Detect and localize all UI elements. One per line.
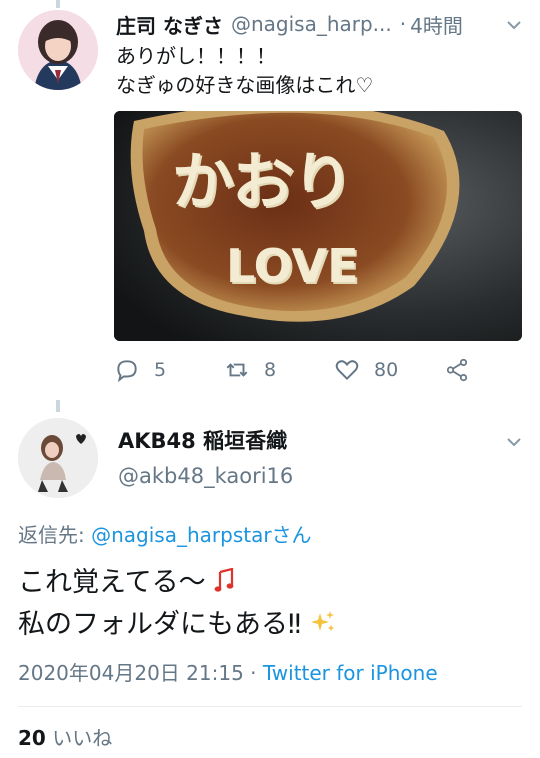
sparkles-icon [310, 611, 334, 631]
thread-line-mid [56, 400, 60, 412]
avatar-nagisa-image [18, 10, 98, 90]
tweet-header: 庄司 なぎさ @nagisa_harp... · 4時間 [116, 10, 526, 38]
author-handle[interactable]: @akb48_kaori16 [118, 464, 293, 488]
reply-icon [117, 360, 137, 383]
like-action[interactable]: 80 [334, 357, 398, 383]
tweet-source-link[interactable]: Twitter for iPhone [263, 661, 438, 685]
share-action[interactable] [444, 357, 470, 383]
separator: · [399, 12, 407, 36]
main-tweet-line-2-text: 私のフォルダにもある‼ [18, 609, 302, 640]
handle[interactable]: @nagisa_harp... [231, 12, 392, 36]
thread-line-top [56, 0, 60, 8]
likes-label: いいね [52, 726, 113, 750]
divider [18, 706, 522, 707]
meta-separator: · [243, 661, 263, 685]
likes-count: 20 [18, 726, 46, 750]
reply-action[interactable]: 5 [114, 357, 166, 383]
replying-to: 返信先: @nagisa_harpstarさん [18, 519, 312, 548]
tweet-timestamp[interactable]: 2020年04月20日 21:15 [18, 661, 244, 685]
tweet-meta: 2020年04月20日 21:15 · Twitter for iPhone [18, 657, 438, 686]
retweet-count: 8 [264, 359, 277, 381]
replying-to-label: 返信先: [18, 523, 92, 547]
display-name[interactable]: 庄司 なぎさ [116, 10, 223, 39]
main-tweet-line-1: これ覚えてる〜 [18, 562, 336, 604]
chevron-down-icon[interactable] [505, 16, 523, 34]
main-tweet-text: これ覚えてる〜 私のフォルダにもある‼ [18, 562, 336, 646]
retweet-action[interactable]: 8 [224, 357, 276, 383]
like-count: 80 [374, 359, 399, 381]
likes-summary[interactable]: 20 いいね [18, 722, 112, 751]
heart-icon [335, 360, 359, 381]
musical-notes-icon [214, 567, 234, 592]
tweet-text: ありがし！！！！ なぎゅの好きな画像はこれ♡ [116, 42, 373, 100]
main-tweet-line-1-text: これ覚えてる〜 [18, 567, 206, 598]
author-name[interactable]: AKB48 稲垣香織 [118, 425, 287, 455]
retweet-icon [226, 363, 248, 377]
timestamp[interactable]: 4時間 [410, 10, 463, 39]
share-icon [446, 358, 468, 382]
reply-count: 5 [154, 359, 167, 381]
avatar-nagisa[interactable] [18, 10, 98, 90]
attached-photo[interactable]: かおり LOVE [114, 111, 522, 341]
tweet-text-line-1: ありがし！！！！ [116, 44, 276, 68]
photo-mayo-text-top: かおり [172, 145, 354, 218]
avatar-kaori[interactable] [18, 418, 98, 498]
tweet-actions: 5 8 80 [114, 357, 534, 387]
chevron-down-icon[interactable] [505, 433, 523, 451]
avatar-kaori-image [18, 418, 98, 498]
replying-to-user-link[interactable]: @nagisa_harpstarさん [91, 523, 311, 547]
main-tweet-line-2: 私のフォルダにもある‼ [18, 604, 336, 646]
photo-mayo-text-bottom: LOVE [226, 239, 359, 293]
tweet-text-line-2: なぎゅの好きな画像はこれ♡ [116, 73, 374, 97]
